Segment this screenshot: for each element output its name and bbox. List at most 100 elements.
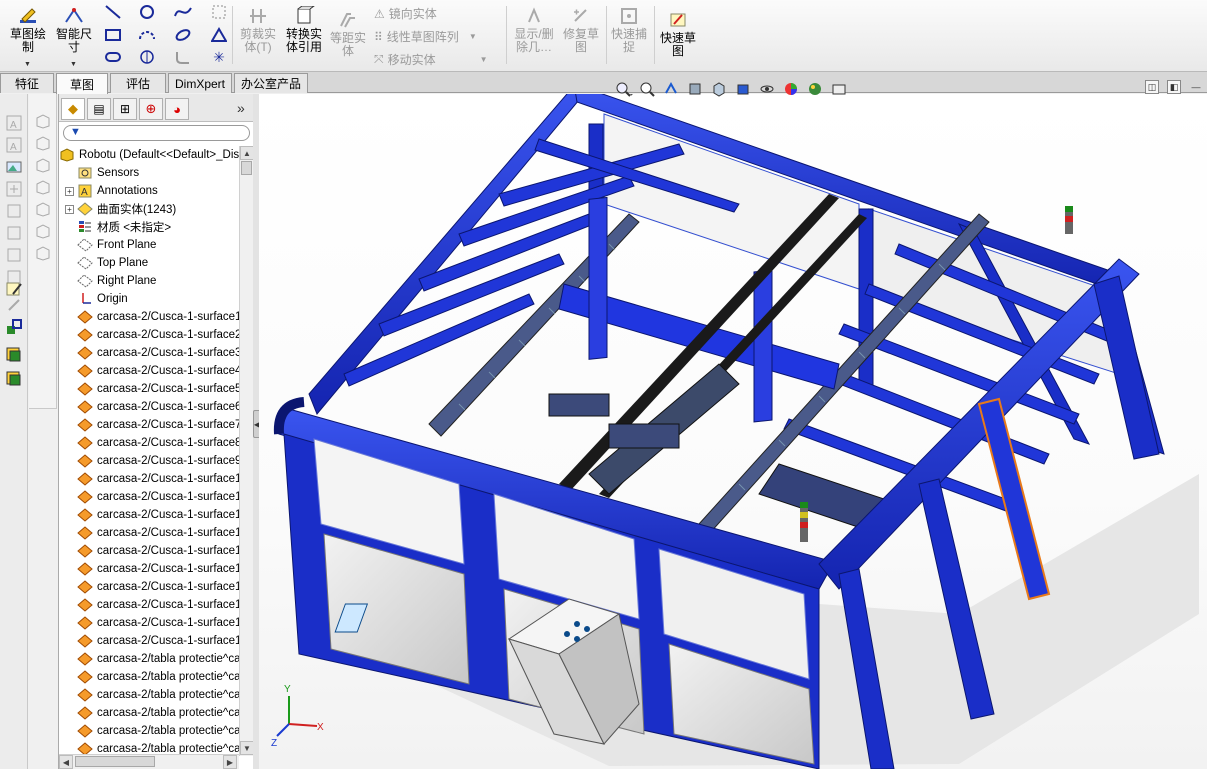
tree-item[interactable]: + 曲面实体(1243) bbox=[65, 200, 176, 218]
chevron-down-icon[interactable]: ▼ bbox=[70, 58, 77, 71]
linear-pattern-button[interactable]: ⠿ 线性草图阵列 ▼ bbox=[374, 28, 477, 45]
tree-item[interactable]: 材质 <未指定> bbox=[65, 218, 171, 236]
scroll-left-icon[interactable]: ◀ bbox=[59, 755, 73, 769]
add-sketch-icon[interactable] bbox=[5, 180, 23, 198]
tree-item[interactable]: Sensors bbox=[65, 164, 139, 182]
ellipse-icon[interactable] bbox=[172, 26, 194, 44]
text-sketch-icon[interactable]: A bbox=[5, 114, 23, 132]
scroll-up-icon[interactable]: ▲ bbox=[240, 146, 254, 160]
move-entities-button[interactable]: ⤧ 移动实体 ▼ bbox=[374, 51, 488, 68]
tree-item[interactable]: carcasa-2/Cusca-1-surface2 bbox=[65, 326, 239, 344]
spline-icon[interactable] bbox=[172, 3, 194, 21]
view-orientation-icon[interactable] bbox=[708, 80, 730, 98]
tree-item[interactable]: carcasa-2/Cusca-1-surface10 bbox=[65, 470, 239, 488]
mirror-entities-button[interactable]: ⚠ 镜向实体 bbox=[374, 5, 437, 22]
tree-filter-input[interactable]: ▼ bbox=[63, 125, 250, 141]
sketch-button[interactable]: 草图绘 制 ▼ bbox=[6, 6, 50, 68]
sketch-relation-icon[interactable] bbox=[5, 296, 23, 314]
chevron-down-icon[interactable]: ▼ bbox=[480, 55, 488, 64]
repair-sketch-button[interactable]: 修复草 图 bbox=[560, 6, 602, 54]
chevron-down-icon[interactable]: ▼ bbox=[24, 58, 31, 71]
point-icon[interactable]: ✳ bbox=[208, 48, 230, 66]
tree-item[interactable]: Front Plane bbox=[65, 236, 156, 254]
tree-item[interactable]: carcasa-2/Cusca-1-surface18 bbox=[65, 614, 239, 632]
display-style-icon[interactable] bbox=[732, 80, 754, 98]
tile-view-icon[interactable]: ◫ bbox=[1145, 80, 1159, 94]
edit-appearance-icon[interactable] bbox=[780, 80, 802, 98]
cube-view-icon[interactable] bbox=[34, 244, 52, 262]
cube-view-icon[interactable] bbox=[34, 134, 52, 152]
circle-icon[interactable] bbox=[136, 3, 158, 21]
restore-view-icon[interactable]: ◧ bbox=[1167, 80, 1181, 94]
tab-sketch[interactable]: 草图 bbox=[56, 73, 108, 94]
sketch-picture-icon[interactable] bbox=[5, 158, 23, 176]
tree-root[interactable]: Robotu (Default<<Default>_Dis bbox=[59, 146, 239, 164]
robot-cell-3d-model[interactable]: Y X Z bbox=[259, 94, 1207, 769]
layer-icon[interactable] bbox=[5, 346, 23, 364]
arc-icon[interactable] bbox=[136, 26, 158, 44]
slot-icon[interactable] bbox=[102, 48, 124, 66]
zoom-area-icon[interactable] bbox=[636, 80, 658, 98]
text-sketch-icon[interactable]: A bbox=[5, 136, 23, 154]
expand-icon[interactable]: + bbox=[65, 186, 74, 196]
tree-item[interactable]: carcasa-2/tabla protectie^ca bbox=[65, 668, 239, 686]
tree-item[interactable]: carcasa-2/Cusca-1-surface17 bbox=[65, 596, 239, 614]
fillet-icon[interactable] bbox=[172, 48, 194, 66]
scroll-down-icon[interactable]: ▼ bbox=[240, 741, 254, 755]
tree-item[interactable]: carcasa-2/Cusca-1-surface11 bbox=[65, 488, 239, 506]
cube-view-icon[interactable] bbox=[34, 200, 52, 218]
point-triangle-icon[interactable] bbox=[208, 26, 230, 44]
tab-dimxpert[interactable]: DimXpert bbox=[168, 73, 232, 93]
tree-vertical-scrollbar[interactable]: ▲ ▼ bbox=[239, 146, 254, 756]
tree-item[interactable]: + A Annotations bbox=[65, 182, 158, 200]
block-icon[interactable] bbox=[5, 202, 23, 220]
tree-item[interactable]: carcasa-2/Cusca-1-surface13 bbox=[65, 524, 239, 542]
block-icon[interactable] bbox=[5, 246, 23, 264]
tree-item[interactable]: carcasa-2/Cusca-1-surface8 bbox=[65, 434, 239, 452]
previous-view-icon[interactable] bbox=[660, 80, 682, 98]
quick-snaps-button[interactable]: 快速捕 捉 bbox=[608, 6, 650, 54]
convert-entities-button[interactable]: 转换实 体引用 bbox=[282, 6, 326, 54]
hide-show-items-icon[interactable] bbox=[756, 80, 778, 98]
tab-features[interactable]: 特征 bbox=[0, 73, 54, 93]
cube-view-icon[interactable] bbox=[34, 178, 52, 196]
view-settings-icon[interactable] bbox=[828, 80, 850, 98]
cube-view-icon[interactable] bbox=[34, 222, 52, 240]
tree-item[interactable]: Top Plane bbox=[65, 254, 148, 272]
dimxpert-manager-tab[interactable]: ⊕ bbox=[139, 98, 163, 120]
property-manager-tab[interactable]: ▤ bbox=[87, 98, 111, 120]
scroll-thumb[interactable] bbox=[241, 161, 252, 175]
apply-scene-icon[interactable] bbox=[804, 80, 826, 98]
block-icon[interactable] bbox=[5, 224, 23, 242]
tree-item[interactable]: carcasa-2/Cusca-1-surface19 bbox=[65, 632, 239, 650]
chevron-down-icon[interactable]: ▼ bbox=[469, 32, 477, 41]
graphics-area[interactable]: Y X Z 🔍 bbox=[259, 94, 1207, 769]
rectangle-icon[interactable] bbox=[102, 26, 124, 44]
tree-item[interactable]: carcasa-2/tabla protectie^ca bbox=[65, 650, 239, 668]
tab-office-products[interactable]: 办公室产品 bbox=[234, 73, 308, 93]
zoom-to-fit-icon[interactable] bbox=[612, 80, 634, 98]
tree-item[interactable]: carcasa-2/Cusca-1-surface1 bbox=[65, 308, 239, 326]
tree-item[interactable]: Right Plane bbox=[65, 272, 156, 290]
tree-item[interactable]: carcasa-2/Cusca-1-surface6 bbox=[65, 398, 239, 416]
smart-dimension-button[interactable]: 智能尺 寸 ▼ bbox=[52, 6, 96, 68]
move-sketch-icon[interactable] bbox=[5, 318, 23, 336]
display-delete-relations-button[interactable]: 显示/删 除几… bbox=[510, 6, 558, 54]
cube-view-icon[interactable] bbox=[34, 156, 52, 174]
tree-item[interactable]: carcasa-2/Cusca-1-surface15 bbox=[65, 560, 239, 578]
feature-tree-tab[interactable]: ◆ bbox=[61, 98, 85, 120]
tree-item[interactable]: carcasa-2/Cusca-1-surface9 bbox=[65, 452, 239, 470]
polygon-icon[interactable] bbox=[136, 48, 158, 66]
rapid-sketch-button[interactable]: 快速草 图 bbox=[656, 10, 700, 58]
line-icon[interactable] bbox=[102, 3, 124, 21]
tree-item[interactable]: Origin bbox=[65, 290, 128, 308]
expand-tabs-icon[interactable]: » bbox=[237, 100, 245, 116]
tree-item[interactable]: carcasa-2/tabla protectie^ca bbox=[65, 704, 239, 722]
cube-view-icon[interactable] bbox=[34, 112, 52, 130]
display-manager-tab[interactable]: ◕ bbox=[165, 98, 189, 120]
tree-item[interactable]: carcasa-2/Cusca-1-surface3 bbox=[65, 344, 239, 362]
tree-item[interactable]: carcasa-2/Cusca-1-surface14 bbox=[65, 542, 239, 560]
scroll-thumb[interactable] bbox=[75, 756, 155, 767]
configuration-manager-tab[interactable]: ⊞ bbox=[113, 98, 137, 120]
minimize-icon[interactable]: — bbox=[1189, 80, 1203, 94]
